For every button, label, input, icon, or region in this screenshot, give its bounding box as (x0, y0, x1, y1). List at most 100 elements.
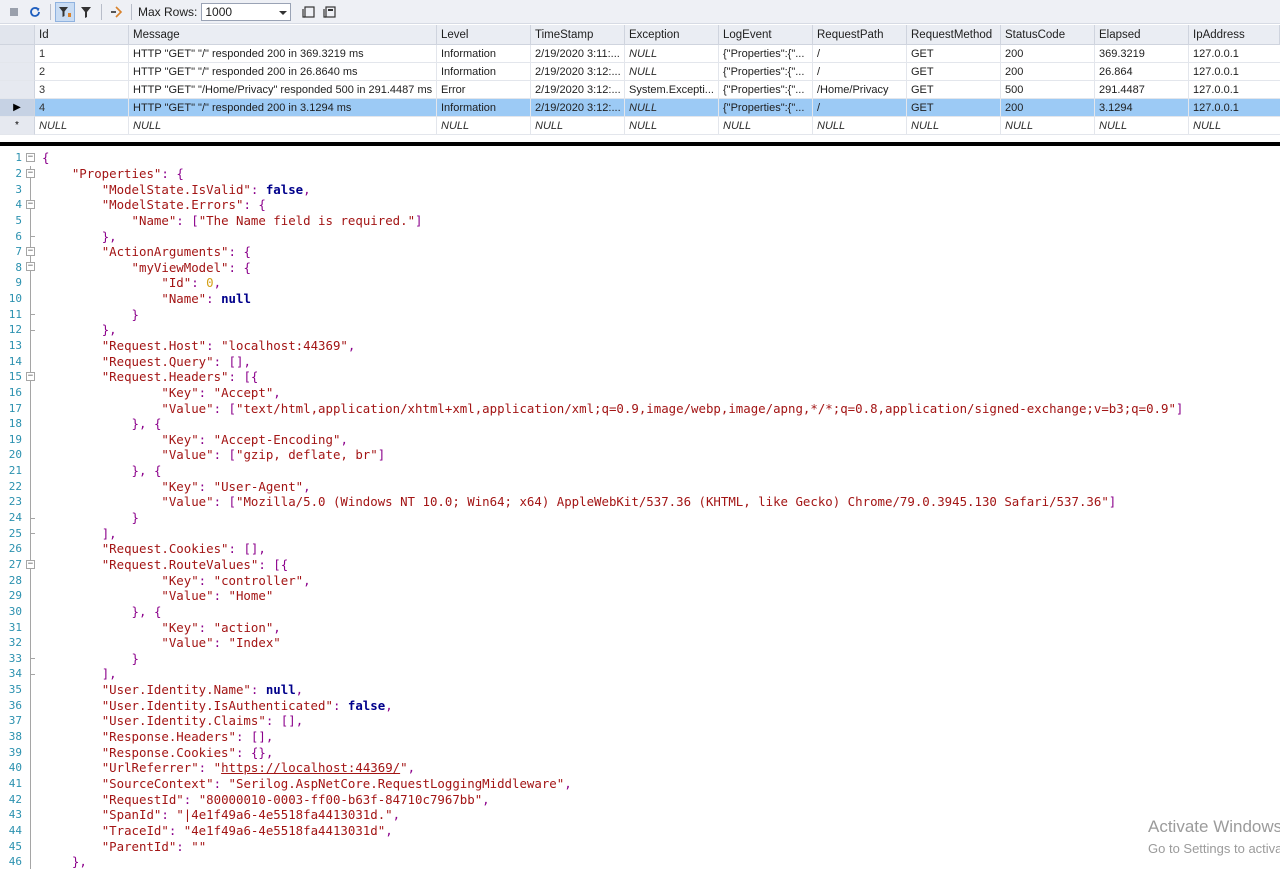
code-line[interactable]: 17 "Value": ["text/html,application/xhtm… (0, 400, 1280, 416)
code-line[interactable]: 16 "Key": "Accept", (0, 384, 1280, 401)
column-header-logevent[interactable]: LogEvent (719, 25, 813, 45)
code-line[interactable]: 3 "ModelState.IsValid": false, (0, 181, 1280, 197)
filter-icon[interactable] (76, 2, 96, 22)
code-line[interactable]: 14 "Request.Query": [], (0, 353, 1280, 369)
code-line[interactable]: 1−{ (0, 150, 1280, 166)
cell-new-message[interactable]: NULL (129, 117, 437, 135)
code-line[interactable]: 12 }, (0, 322, 1280, 338)
cell-new-level[interactable]: NULL (437, 117, 531, 135)
cell-level[interactable]: Information (437, 99, 531, 117)
cell-new-ipaddress[interactable]: NULL (1189, 117, 1280, 135)
code-line[interactable]: 25 ], (0, 525, 1280, 542)
row-selector[interactable] (0, 45, 35, 63)
code-line[interactable]: 46 }, (0, 853, 1280, 870)
code-line[interactable]: 36 "User.Identity.IsAuthenticated": fals… (0, 697, 1280, 714)
code-line[interactable]: 8− "myViewModel": { (0, 259, 1280, 276)
toggle-pane2-icon[interactable] (320, 2, 340, 22)
cell-requestmethod[interactable]: GET (907, 81, 1001, 99)
code-line[interactable]: 21 }, { (0, 462, 1280, 479)
code-line[interactable]: 22 "Key": "User-Agent", (0, 478, 1280, 495)
column-header-requestmethod[interactable]: RequestMethod (907, 25, 1001, 45)
code-line[interactable]: 33 } (0, 650, 1280, 667)
code-line[interactable]: 42 "RequestId": "80000010-0003-ff00-b63f… (0, 791, 1280, 807)
cell-new-exception[interactable]: NULL (625, 117, 719, 135)
code-line[interactable]: 32 "Value": "Index" (0, 634, 1280, 651)
cell-new-timestamp[interactable]: NULL (531, 117, 625, 135)
table-row[interactable]: ▶ 4 HTTP "GET" "/" responded 200 in 3.1294… (0, 99, 1280, 117)
cell-new-requestpath[interactable]: NULL (813, 117, 907, 135)
new-row-selector[interactable]: * (0, 117, 35, 135)
cell-logevent[interactable]: {"Properties":{"... (719, 63, 813, 81)
row-selector[interactable]: ▶ (0, 99, 35, 117)
fold-toggle-icon[interactable]: − (22, 259, 42, 276)
code-line[interactable]: 9 "Id": 0, (0, 275, 1280, 291)
code-line[interactable]: 38 "Response.Headers": [], (0, 728, 1280, 745)
cell-ipaddress[interactable]: 127.0.0.1 (1189, 45, 1280, 63)
cell-timestamp[interactable]: 2/19/2020 3:12:... (531, 99, 625, 117)
cell-ipaddress[interactable]: 127.0.0.1 (1189, 63, 1280, 81)
fold-toggle-icon[interactable]: − (22, 243, 42, 260)
cell-requestpath[interactable]: /Home/Privacy (813, 81, 907, 99)
code-line[interactable]: 10 "Name": null (0, 290, 1280, 307)
table-row[interactable]: 1 HTTP "GET" "/" responded 200 in 369.321… (0, 45, 1280, 63)
cell-statuscode[interactable]: 200 (1001, 45, 1095, 63)
cell-level[interactable]: Error (437, 81, 531, 99)
row-selector[interactable] (0, 63, 35, 81)
column-header-requestpath[interactable]: RequestPath (813, 25, 907, 45)
code-line[interactable]: 28 "Key": "controller", (0, 572, 1280, 588)
column-header-message[interactable]: Message (129, 25, 437, 45)
code-line[interactable]: 39 "Response.Cookies": {}, (0, 744, 1280, 760)
cell-timestamp[interactable]: 2/19/2020 3:11:... (531, 45, 625, 63)
code-line[interactable]: 30 }, { (0, 603, 1280, 620)
code-line[interactable]: 11 } (0, 306, 1280, 323)
cell-exception[interactable]: NULL (625, 99, 719, 117)
code-line[interactable]: 7− "ActionArguments": { (0, 243, 1280, 260)
cell-logevent[interactable]: {"Properties":{"... (719, 81, 813, 99)
cell-id[interactable]: 2 (35, 63, 129, 81)
code-line[interactable]: 43 "SpanId": "|4e1f49a6-4e5518fa4413031d… (0, 806, 1280, 823)
code-line[interactable]: 23 "Value": ["Mozilla/5.0 (Windows NT 10… (0, 494, 1280, 510)
code-line[interactable]: 15− "Request.Headers": [{ (0, 368, 1280, 385)
max-rows-select[interactable]: 1000 (201, 2, 292, 21)
cell-statuscode[interactable]: 200 (1001, 99, 1095, 117)
cell-message[interactable]: HTTP "GET" "/" responded 200 in 26.8640 … (129, 63, 437, 81)
cell-requestpath[interactable]: / (813, 99, 907, 117)
fold-toggle-icon[interactable]: − (22, 150, 42, 166)
cell-requestpath[interactable]: / (813, 45, 907, 63)
cell-requestmethod[interactable]: GET (907, 99, 1001, 117)
cell-requestmethod[interactable]: GET (907, 63, 1001, 81)
cell-elapsed[interactable]: 291.4487 (1095, 81, 1189, 99)
cell-message[interactable]: HTTP "GET" "/" responded 200 in 369.3219… (129, 45, 437, 63)
cell-elapsed[interactable]: 26.864 (1095, 63, 1189, 81)
row-selector[interactable] (0, 81, 35, 99)
pane-divider[interactable] (0, 142, 1280, 146)
column-header-statuscode[interactable]: StatusCode (1001, 25, 1095, 45)
cell-level[interactable]: Information (437, 63, 531, 81)
table-row-new[interactable]: * NULL NULL NULL NULL NULL NULL NULL NULL NULL NUL… (0, 117, 1280, 135)
code-line[interactable]: 31 "Key": "action", (0, 619, 1280, 635)
code-line[interactable]: 41 "SourceContext": "Serilog.AspNetCore.… (0, 775, 1280, 792)
code-line[interactable]: 44 "TraceId": "4e1f49a6-4e5518fa4413031d… (0, 822, 1280, 839)
toggle-pane-icon[interactable] (299, 2, 319, 22)
cell-ipaddress[interactable]: 127.0.0.1 (1189, 99, 1280, 117)
cell-new-elapsed[interactable]: NULL (1095, 117, 1189, 135)
cell-new-statuscode[interactable]: NULL (1001, 117, 1095, 135)
refresh-icon[interactable] (25, 2, 45, 22)
cell-message[interactable]: HTTP "GET" "/Home/Privacy" responded 500… (129, 81, 437, 99)
cell-new-requestmethod[interactable]: NULL (907, 117, 1001, 135)
code-line[interactable]: 6 }, (0, 228, 1280, 244)
filter-active-icon[interactable] (55, 1, 75, 22)
cell-timestamp[interactable]: 2/19/2020 3:12:... (531, 63, 625, 81)
code-line[interactable]: 34 ], (0, 666, 1280, 682)
stop-icon[interactable] (4, 2, 24, 22)
code-line[interactable]: 45 "ParentId": "" (0, 838, 1280, 854)
code-line[interactable]: 24 } (0, 509, 1280, 526)
cell-requestpath[interactable]: / (813, 63, 907, 81)
code-line[interactable]: 37 "User.Identity.Claims": [], (0, 713, 1280, 729)
code-line[interactable]: 20 "Value": ["gzip, deflate, br"] (0, 447, 1280, 463)
cell-ipaddress[interactable]: 127.0.0.1 (1189, 81, 1280, 99)
code-line[interactable]: 26 "Request.Cookies": [], (0, 541, 1280, 557)
cell-requestmethod[interactable]: GET (907, 45, 1001, 63)
code-line[interactable]: 29 "Value": "Home" (0, 587, 1280, 604)
code-line[interactable]: 18 }, { (0, 415, 1280, 432)
